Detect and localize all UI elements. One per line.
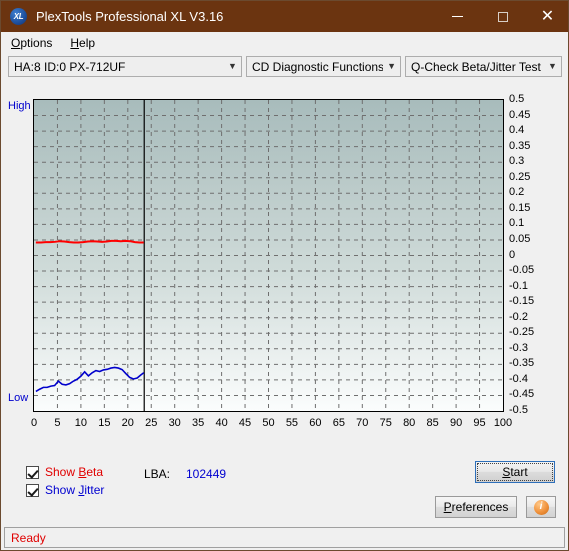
y-axis-tick-label: -0.25 bbox=[509, 326, 535, 339]
beta-series-line bbox=[35, 239, 144, 244]
menu-item-options[interactable]: Options bbox=[3, 34, 60, 52]
window-title: PlexTools Professional XL V3.16 bbox=[36, 9, 224, 24]
y-axis-tick-label: -0.05 bbox=[509, 264, 535, 277]
y-axis-tick-label: 0.05 bbox=[509, 232, 531, 245]
y-axis-tick-label: -0.4 bbox=[509, 372, 528, 385]
controls-panel: Show Beta Show Jitter LBA: 102449 Start … bbox=[8, 437, 562, 520]
y-axis-tick-label: -0.2 bbox=[509, 310, 528, 323]
y-axis-tick-label: 0.4 bbox=[509, 124, 525, 137]
chart-panel: High Low 0.5 0.45 0.4 0.35 0.3 0.25 0.2 0.15 0.1… bbox=[8, 86, 562, 433]
drive-select[interactable]: HA:8 ID:0 PX-712UF ▼ bbox=[8, 56, 242, 77]
maximize-button[interactable] bbox=[480, 1, 525, 32]
plextools-window: XL PlexTools Professional XL V3.16 ✕ Opt… bbox=[0, 0, 569, 551]
chevron-down-icon: ▼ bbox=[387, 61, 397, 71]
y-axis-tick-label: -0.3 bbox=[509, 341, 528, 354]
y-axis-tick-label: -0.1 bbox=[509, 279, 528, 292]
start-button[interactable]: Start bbox=[475, 461, 555, 483]
close-icon: ✕ bbox=[540, 7, 555, 25]
lba-label: LBA: bbox=[144, 467, 171, 481]
info-icon: i bbox=[533, 499, 549, 515]
start-button-label: Start bbox=[502, 465, 528, 479]
show-jitter-label: Show Jitter bbox=[45, 483, 105, 497]
show-jitter-checkbox-row[interactable]: Show Jitter bbox=[26, 483, 104, 497]
chevron-down-icon: ▼ bbox=[228, 61, 237, 71]
app-logo-icon: XL bbox=[10, 8, 27, 25]
y-axis-tick-label: 0.45 bbox=[509, 108, 531, 121]
app-logo-text: XL bbox=[13, 11, 24, 21]
test-select-value: Q-Check Beta/Jitter Test bbox=[411, 59, 541, 74]
info-icon-glyph: i bbox=[539, 501, 543, 512]
y-axis-tick-label: -0.15 bbox=[509, 295, 535, 308]
chevron-down-icon: ▼ bbox=[548, 61, 557, 71]
drive-select-value: HA:8 ID:0 PX-712UF bbox=[14, 59, 126, 74]
lba-value: 102449 bbox=[186, 467, 227, 481]
y-axis-tick-label: -0.45 bbox=[509, 388, 535, 401]
y-axis-tick-label: 0.25 bbox=[509, 170, 531, 183]
test-select[interactable]: Q-Check Beta/Jitter Test ▼ bbox=[405, 56, 562, 77]
y-axis-tick-label: 0.3 bbox=[509, 155, 525, 168]
show-beta-label: Show Beta bbox=[45, 465, 104, 479]
x-axis-tick-label: 100 bbox=[493, 417, 513, 429]
y-axis-low-label: Low bbox=[8, 392, 29, 404]
status-bar: Ready bbox=[4, 527, 565, 548]
minimize-button[interactable] bbox=[435, 1, 480, 32]
title-bar: XL PlexTools Professional XL V3.16 ✕ bbox=[1, 1, 568, 32]
y-axis-tick-label: 0 bbox=[509, 248, 516, 261]
status-text: Ready bbox=[11, 530, 46, 545]
window-controls: ✕ bbox=[435, 1, 568, 32]
y-axis-tick-label: -0.5 bbox=[509, 404, 528, 416]
function-select[interactable]: CD Diagnostic Functions ▼ bbox=[246, 56, 401, 77]
y-axis-tick-label: 0.5 bbox=[509, 93, 525, 105]
show-jitter-checkbox[interactable] bbox=[26, 483, 39, 497]
show-beta-checkbox-row[interactable]: Show Beta bbox=[26, 465, 103, 479]
close-button[interactable]: ✕ bbox=[525, 1, 568, 32]
plot-area[interactable] bbox=[33, 99, 504, 412]
preferences-button[interactable]: Preferences bbox=[435, 496, 517, 518]
menu-bar: Options Help bbox=[1, 32, 568, 53]
y-axis-high-label: High bbox=[8, 100, 31, 112]
y-axis-tick-label: 0.15 bbox=[509, 201, 531, 214]
y-axis-tick-label: 0.35 bbox=[509, 139, 531, 152]
y-axis-tick-label: 0.1 bbox=[509, 217, 525, 230]
show-beta-checkbox[interactable] bbox=[26, 465, 39, 479]
function-select-value: CD Diagnostic Functions bbox=[252, 59, 384, 74]
info-button[interactable]: i bbox=[526, 496, 556, 518]
y-axis-tick-label: 0.2 bbox=[509, 186, 525, 199]
toolbar: HA:8 ID:0 PX-712UF ▼ CD Diagnostic Funct… bbox=[1, 53, 568, 81]
menu-item-help[interactable]: Help bbox=[62, 34, 103, 52]
preferences-button-label: Preferences bbox=[443, 500, 509, 514]
plot-svg bbox=[34, 100, 503, 411]
y-axis-tick-label: -0.35 bbox=[509, 357, 535, 370]
minimize-icon bbox=[452, 16, 463, 17]
maximize-icon bbox=[497, 11, 508, 22]
